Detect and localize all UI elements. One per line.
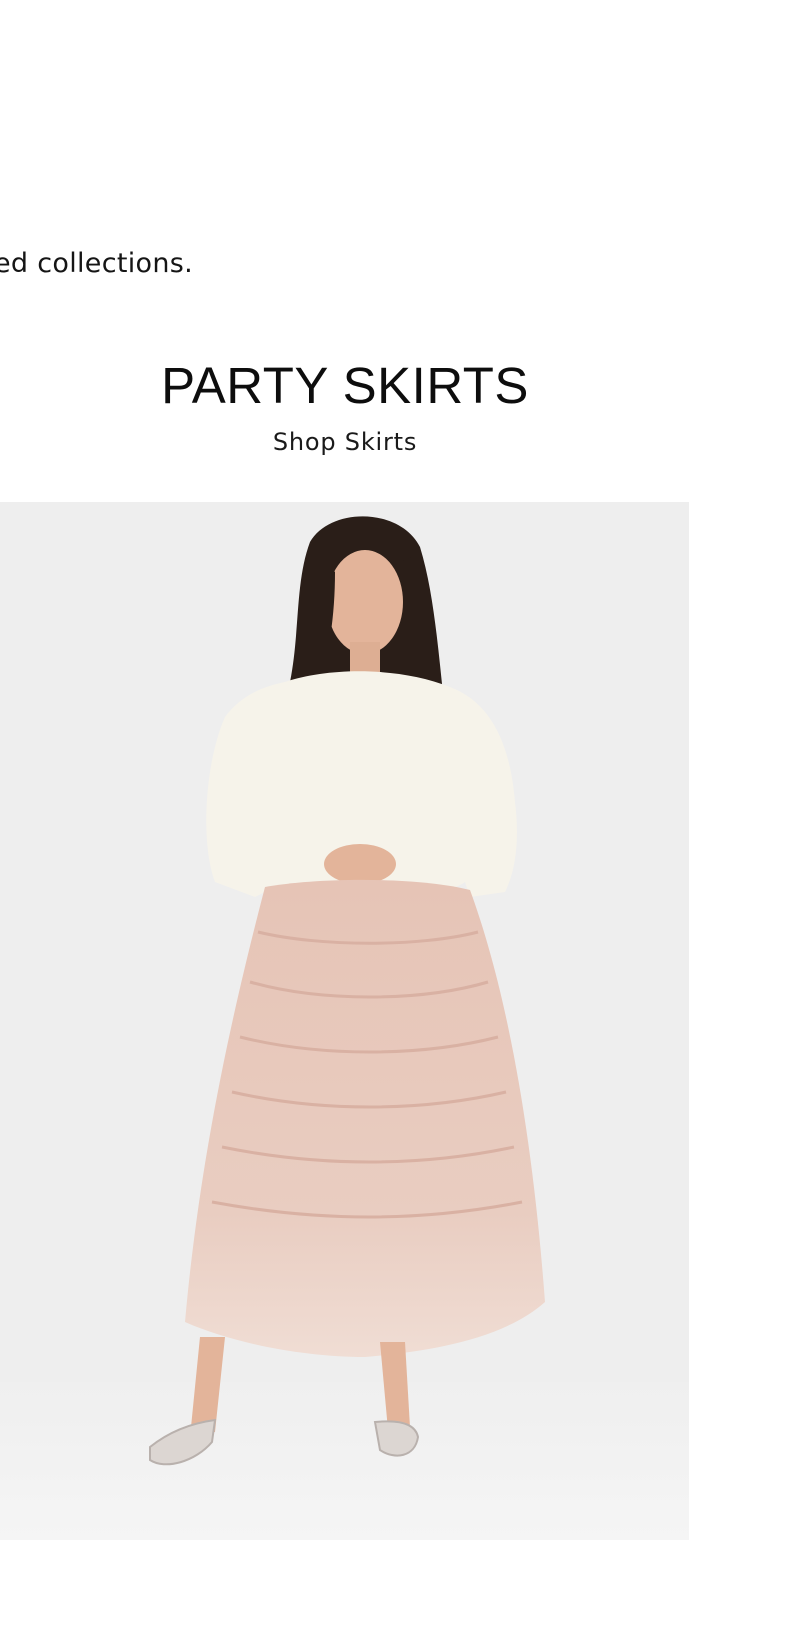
shop-skirts-link[interactable]: Shop Skirts bbox=[273, 428, 417, 456]
intro-text: ed collections. bbox=[0, 248, 194, 279]
collection-title: PARTY SKIRTS bbox=[161, 357, 529, 414]
hero-product-image[interactable] bbox=[0, 502, 689, 1540]
page: ed collections. PARTY SKIRTS Shop Skirts bbox=[0, 0, 800, 1633]
floor bbox=[0, 1382, 689, 1540]
face bbox=[327, 550, 403, 654]
collection-header: PARTY SKIRTS Shop Skirts bbox=[0, 357, 690, 457]
hands bbox=[324, 844, 396, 884]
right-shoe bbox=[373, 1420, 420, 1457]
model-photo-illustration bbox=[0, 502, 689, 1540]
